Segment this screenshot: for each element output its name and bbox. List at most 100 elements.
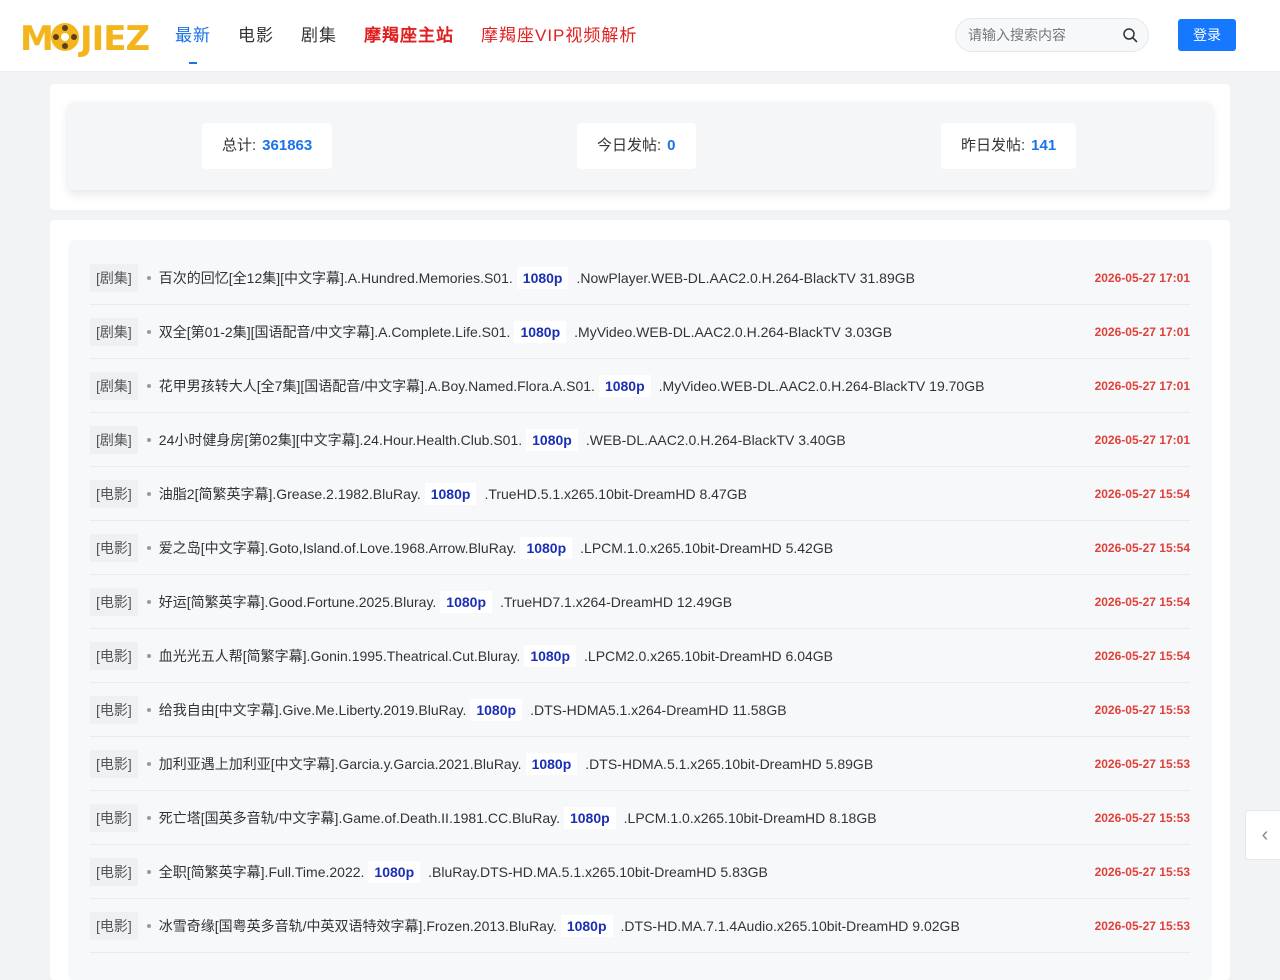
- category-tag[interactable]: [剧集]: [90, 317, 138, 346]
- category-tag[interactable]: [电影]: [90, 587, 138, 616]
- post-title-link[interactable]: 百次的回忆[全12集][中文字幕].A.Hundred.Memories.S01…: [158, 266, 915, 289]
- resolution-highlight: 1080p: [525, 752, 578, 775]
- category-tag[interactable]: [剧集]: [90, 371, 138, 400]
- stat-total-label: 总计:: [222, 137, 257, 154]
- list-item[interactable]: [电影] 死亡塔[国英多音轨/中文字幕].Game.of.Death.II.198…: [90, 791, 1190, 845]
- post-title-rest: .MyVideo.WEB-DL.AAC2.0.H.264-BlackTV 19.…: [658, 377, 985, 394]
- side-toggle-icon[interactable]: ‹: [1245, 810, 1280, 860]
- post-title-rest: .LPCM2.0.x265.10bit-DreamHD 6.04GB: [584, 647, 834, 664]
- post-title-rest: .TrueHD.5.1.x265.10bit-DreamHD 8.47GB: [484, 485, 747, 502]
- list-item[interactable]: [剧集] 花甲男孩转大人[全7集][国语配音/中文字幕].A.Boy.Named.…: [90, 359, 1190, 413]
- post-date: 2026-05-27 15:53: [1094, 865, 1190, 879]
- svg-text:JIEZ: JIEZ: [78, 19, 150, 59]
- bullet-dot: [146, 491, 151, 496]
- post-title-main: 死亡塔[国英多音轨/中文字幕].Game.of.Death.II.1981.CC…: [158, 809, 560, 826]
- resolution-highlight: 1080p: [598, 374, 651, 397]
- bullet-dot: [146, 761, 151, 766]
- stat-today-label: 今日发帖:: [597, 137, 662, 154]
- post-title-link[interactable]: 血光光五人帮[简繁字幕].Gonin.1995.Theatrical.Cut.B…: [158, 644, 834, 667]
- post-title-main: 血光光五人帮[简繁字幕].Gonin.1995.Theatrical.Cut.B…: [158, 647, 521, 664]
- nav-latest[interactable]: 最新: [175, 0, 211, 72]
- post-title-link[interactable]: 油脂2[简繁英字幕].Grease.2.1982.BluRay. 1080p .Tr…: [158, 482, 747, 505]
- post-title-link[interactable]: 双全[第01-2集][国语配音/中文字幕].A.Complete.Life.S0…: [158, 320, 892, 343]
- resolution-highlight: 1080p: [440, 590, 492, 613]
- list-item[interactable]: [电影] 全职[简繁英字幕].Full.Time.2022. 1080p .BluRa…: [90, 845, 1190, 899]
- nav-main-site[interactable]: 摩羯座主站: [364, 0, 454, 72]
- resolution-highlight: 1080p: [524, 644, 577, 667]
- post-title-main: 油脂2[简繁英字幕].Grease.2.1982.BluRay.: [158, 485, 421, 502]
- bullet-dot: [146, 653, 151, 658]
- post-title-main: 百次的回忆[全12集][中文字幕].A.Hundred.Memories.S01…: [158, 269, 513, 286]
- list-item[interactable]: [电影] 血光光五人帮[简繁字幕].Gonin.1995.Theatrical.C…: [90, 629, 1190, 683]
- post-title-link[interactable]: 给我自由[中文字幕].Give.Me.Liberty.2019.BluRay. 1…: [159, 698, 787, 721]
- post-title-link[interactable]: 24小时健身房[第02集][中文字幕].24.Hour.Health.Club.…: [158, 428, 846, 451]
- login-button[interactable]: 登录: [1178, 19, 1236, 51]
- bullet-dot: [146, 545, 151, 550]
- site-logo[interactable]: M JIEZ: [20, 15, 162, 59]
- category-tag[interactable]: [剧集]: [90, 263, 138, 292]
- list-item[interactable]: [电影] 给我自由[中文字幕].Give.Me.Liberty.2019.BluR…: [90, 683, 1190, 737]
- nav-series[interactable]: 剧集: [301, 0, 337, 72]
- list-item[interactable]: [剧集] 24小时健身房[第02集][中文字幕].24.Hour.Health.C…: [90, 413, 1190, 467]
- stat-total-value: 361863: [262, 137, 313, 154]
- category-tag[interactable]: [电影]: [90, 857, 138, 886]
- post-list: [剧集] 百次的回忆[全12集][中文字幕].A.Hundred.Memories…: [68, 240, 1212, 980]
- post-title-rest: .BluRay.DTS-HD.MA.5.1.x265.10bit-DreamHD…: [428, 863, 768, 880]
- list-item[interactable]: [电影] 加利亚遇上加利亚[中文字幕].Garcia.y.Garcia.2021.…: [90, 737, 1190, 791]
- stat-total: 总计: 361863: [202, 123, 333, 169]
- post-title-link[interactable]: 好运[简繁英字幕].Good.Fortune.2025.Bluray. 1080p…: [158, 590, 732, 613]
- post-date: 2026-05-27 15:54: [1094, 595, 1190, 609]
- list-item[interactable]: [剧集] 双全[第01-2集][国语配音/中文字幕].A.Complete.Lif…: [90, 305, 1190, 359]
- nav-vip-parser[interactable]: 摩羯座VIP视频解析: [481, 0, 637, 72]
- post-title-main: 24小时健身房[第02集][中文字幕].24.Hour.Health.Club.…: [158, 431, 523, 448]
- category-tag[interactable]: [电影]: [90, 911, 138, 940]
- stats-inner: 总计: 361863 今日发帖: 0 昨日发帖: 141: [68, 102, 1212, 190]
- list-item[interactable]: [电影] 爱之岛[中文字幕].Goto,Island.of.Love.1968.A…: [90, 521, 1190, 575]
- post-title-rest: .LPCM.1.0.x265.10bit-DreamHD 5.42GB: [580, 539, 834, 556]
- bullet-dot: [146, 923, 151, 928]
- resolution-highlight: 1080p: [470, 698, 523, 721]
- resolution-highlight: 1080p: [516, 266, 569, 289]
- post-title-rest: .DTS-HDMA5.1.x264-DreamHD 11.58GB: [530, 701, 787, 718]
- stat-yesterday: 昨日发帖: 141: [941, 123, 1077, 169]
- search-icon[interactable]: [1122, 27, 1138, 43]
- post-title-main: 花甲男孩转大人[全7集][国语配音/中文字幕].A.Boy.Named.Flor…: [158, 377, 595, 394]
- post-title-link[interactable]: 花甲男孩转大人[全7集][国语配音/中文字幕].A.Boy.Named.Flor…: [158, 374, 985, 397]
- list-item[interactable]: [电影] 冰雪奇缘[国粤英多音轨/中英双语特效字幕].Frozen.2013.Bl…: [90, 899, 1190, 953]
- bullet-dot: [146, 383, 151, 388]
- category-tag[interactable]: [电影]: [90, 479, 138, 508]
- post-title-link[interactable]: 死亡塔[国英多音轨/中文字幕].Game.of.Death.II.1981.CC…: [158, 806, 877, 829]
- bullet-dot: [146, 707, 151, 712]
- stats-panel: 总计: 361863 今日发帖: 0 昨日发帖: 141: [50, 84, 1230, 210]
- resolution-highlight: 1080p: [560, 914, 613, 937]
- post-title-main: 加利亚遇上加利亚[中文字幕].Garcia.y.Garcia.2021.BluR…: [158, 755, 522, 772]
- post-date: 2026-05-27 15:53: [1094, 757, 1190, 771]
- post-title-link[interactable]: 加利亚遇上加利亚[中文字幕].Garcia.y.Garcia.2021.BluR…: [158, 752, 873, 775]
- post-title-main: 爱之岛[中文字幕].Goto,Island.of.Love.1968.Arrow…: [158, 539, 517, 556]
- post-title-link[interactable]: 全职[简繁英字幕].Full.Time.2022. 1080p .BluRay.DT…: [158, 860, 768, 883]
- post-title-link[interactable]: 冰雪奇缘[国粤英多音轨/中英双语特效字幕].Frozen.2013.BluRay…: [158, 914, 960, 937]
- category-tag[interactable]: [电影]: [90, 533, 138, 562]
- post-title-main: 冰雪奇缘[国粤英多音轨/中英双语特效字幕].Frozen.2013.BluRay…: [158, 917, 557, 934]
- stat-yesterday-value: 141: [1031, 137, 1057, 154]
- search-input[interactable]: [968, 19, 1118, 51]
- post-title-main: 好运[简繁英字幕].Good.Fortune.2025.Bluray.: [158, 593, 437, 610]
- category-tag[interactable]: [电影]: [90, 803, 138, 832]
- stat-today-value: 0: [667, 137, 676, 154]
- post-title-link[interactable]: 爱之岛[中文字幕].Goto,Island.of.Love.1968.Arrow…: [158, 536, 834, 559]
- post-list-panel: [剧集] 百次的回忆[全12集][中文字幕].A.Hundred.Memories…: [50, 220, 1230, 980]
- category-tag[interactable]: [电影]: [90, 749, 138, 778]
- list-item[interactable]: [电影] 好运[简繁英字幕].Good.Fortune.2025.Bluray. 1…: [90, 575, 1190, 629]
- resolution-highlight: 1080p: [520, 536, 573, 559]
- post-date: 2026-05-27 15:54: [1094, 487, 1190, 501]
- category-tag[interactable]: [电影]: [90, 695, 138, 724]
- category-tag[interactable]: [剧集]: [90, 425, 138, 454]
- list-item[interactable]: [电影] 油脂2[简繁英字幕].Grease.2.1982.BluRay. 1080…: [90, 467, 1190, 521]
- post-title-main: 双全[第01-2集][国语配音/中文字幕].A.Complete.Life.S0…: [158, 323, 511, 340]
- site-header: M JIEZ 最新 电影 剧集 摩羯座主站 摩羯座VIP视频解析 登录: [0, 0, 1280, 72]
- svg-text:M: M: [20, 19, 53, 59]
- nav-movies[interactable]: 电影: [238, 0, 274, 72]
- list-item[interactable]: [剧集] 百次的回忆[全12集][中文字幕].A.Hundred.Memories…: [90, 251, 1190, 305]
- category-tag[interactable]: [电影]: [90, 641, 138, 670]
- post-title-main: 全职[简繁英字幕].Full.Time.2022.: [158, 863, 365, 880]
